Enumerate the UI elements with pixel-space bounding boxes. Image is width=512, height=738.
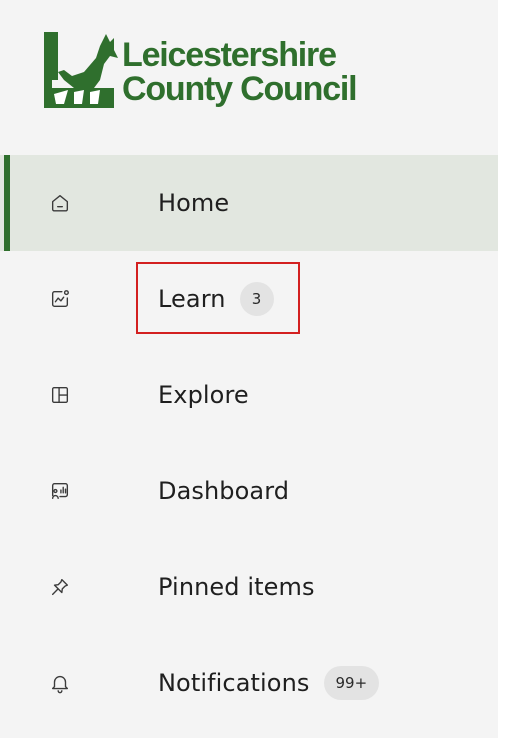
nav-label-dashboard: Dashboard xyxy=(158,477,290,505)
home-icon xyxy=(48,191,72,215)
nav-label-explore: Explore xyxy=(158,381,249,409)
nav-label-home: Home xyxy=(158,189,230,217)
nav-item-explore[interactable]: Explore xyxy=(0,347,498,443)
nav-label-pinned: Pinned items xyxy=(158,573,315,601)
nav-item-home[interactable]: Home xyxy=(0,155,498,251)
learn-highlight-box xyxy=(136,262,300,334)
nav-item-dashboard[interactable]: Dashboard xyxy=(0,443,498,539)
council-logo[interactable]: Leicestershire County Council xyxy=(44,28,374,118)
nav-label-notifications: Notifications xyxy=(158,669,310,697)
page-edge xyxy=(498,0,512,738)
dashboard-icon xyxy=(48,479,72,503)
pin-icon xyxy=(48,575,72,599)
nav-item-notifications[interactable]: Notifications 99+ xyxy=(0,635,498,731)
notifications-count-badge: 99+ xyxy=(323,666,380,700)
bell-icon xyxy=(48,671,72,695)
nav-item-pinned[interactable]: Pinned items xyxy=(0,539,498,635)
logo-line-2: County Council xyxy=(122,70,358,108)
learn-chart-icon xyxy=(48,287,72,311)
logo-line-1: Leicestershire xyxy=(122,36,337,74)
fox-logo-icon xyxy=(44,32,118,108)
logo-text: Leicestershire County Council xyxy=(122,36,358,108)
main-nav: Home Learn 3 Explore Dashboard Pinned it… xyxy=(0,155,498,731)
sidebar: Leicestershire County Council Home Learn… xyxy=(0,0,498,738)
explore-grid-icon xyxy=(48,383,72,407)
